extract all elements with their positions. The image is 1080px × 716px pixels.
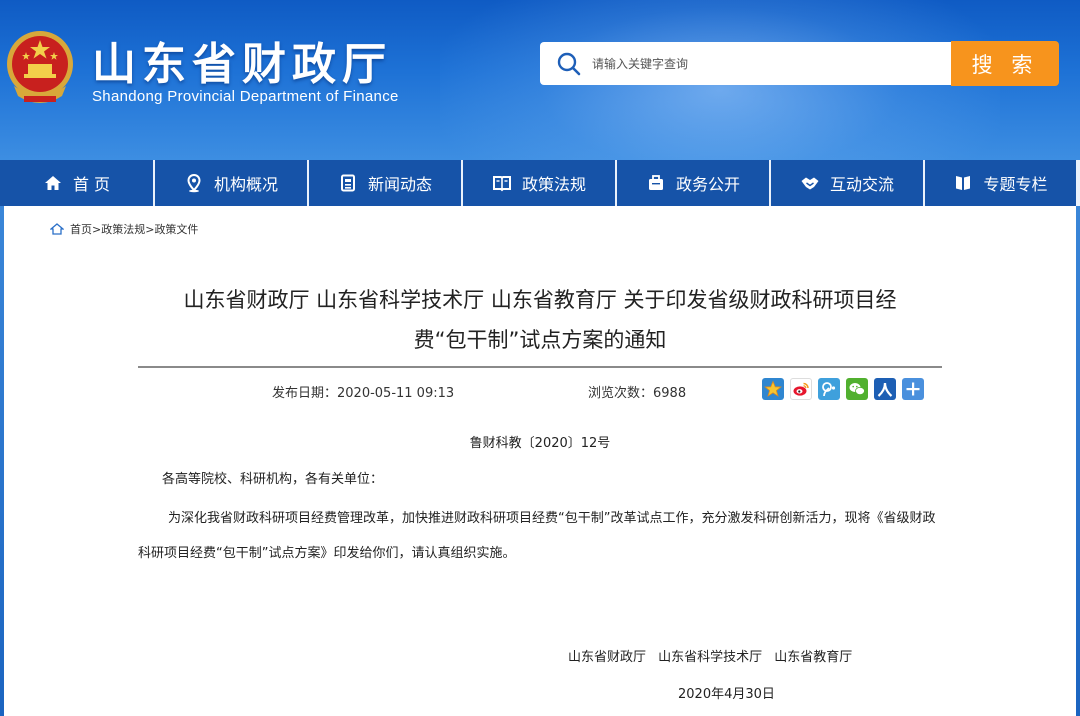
main-nav: 首 页 机构概况 新闻动态 政策法规 政务公开 互动交流 专题专栏 <box>0 160 1080 206</box>
location-pin-icon <box>187 173 201 193</box>
handshake-icon <box>801 177 819 190</box>
nav-item-news[interactable]: 新闻动态 <box>309 160 461 206</box>
document-number: 鲁财科教〔2020〕12号 <box>469 436 611 451</box>
nav-item-label: 新闻动态 <box>367 175 432 194</box>
title-divider <box>138 366 942 368</box>
breadcrumb-policy[interactable]: 政策法规> <box>101 221 154 237</box>
briefcase-icon <box>648 175 663 190</box>
search-button[interactable]: 搜 索 <box>951 41 1059 86</box>
site-header: 山东省财政厅 Shandong Provincial Department of… <box>0 0 1080 160</box>
article-title-line: 山东省财政厅 山东省科学技术厅 山东省教育厅 关于印发省级财政科研项目经 <box>183 288 897 312</box>
news-icon <box>340 174 355 192</box>
search-icon <box>557 52 581 75</box>
tencent-weibo-icon[interactable] <box>818 378 840 400</box>
page-side-background <box>1076 206 1080 716</box>
nav-item-policy[interactable]: 政策法规 <box>463 160 615 206</box>
issuing-departments: 山东省财政厅 山东省科学技术厅 山东省教育厅 <box>568 650 853 665</box>
national-emblem-icon <box>7 31 73 103</box>
article-title-line: 费“包干制”试点方案的通知 <box>413 328 667 352</box>
nav-item-label: 互动交流 <box>829 175 894 194</box>
issue-date: 2020年4月30日 <box>678 687 775 702</box>
article-body: 为深化我省财政科研项目经费管理改革，加快推进财政科研项目经费“包干制”改革试点工… <box>138 511 936 561</box>
search-input[interactable] <box>592 56 922 71</box>
book-icon <box>492 176 511 192</box>
nav-item-organization[interactable]: 机构概况 <box>155 160 307 206</box>
bookmark-icon <box>956 176 971 190</box>
nav-item-government-affairs[interactable]: 政务公开 <box>617 160 769 206</box>
breadcrumb-home-icon <box>50 223 64 235</box>
search-box <box>540 42 952 85</box>
nav-item-label: 首 页 <box>72 175 111 194</box>
weibo-icon[interactable] <box>790 378 812 400</box>
breadcrumb-home[interactable]: 首页> <box>70 221 101 237</box>
nav-item-interaction[interactable]: 互动交流 <box>771 160 923 206</box>
qzone-star-icon[interactable] <box>762 378 784 400</box>
article-title: 山东省财政厅 山东省科学技术厅 山东省教育厅 关于印发省级财政科研项目经 费“包… <box>138 280 942 360</box>
nav-item-special-topics[interactable]: 专题专栏 <box>925 160 1076 206</box>
nav-item-home[interactable]: 首 页 <box>0 160 153 206</box>
nav-item-label: 专题专栏 <box>983 175 1048 194</box>
share-bar <box>762 378 924 400</box>
home-icon <box>44 176 61 190</box>
article-container: 首页> 政策法规> 政策文件 山东省财政厅 山东省科学技术厅 山东省教育厅 关于… <box>4 206 1076 716</box>
salutation: 各高等院校、科研机构，各有关单位： <box>162 472 384 487</box>
nav-item-label: 政策法规 <box>521 175 586 194</box>
breadcrumb-policy-docs[interactable]: 政策文件 <box>154 221 198 237</box>
site-title: 山东省财政厅 <box>92 39 392 90</box>
breadcrumb: 首页> 政策法规> 政策文件 <box>50 221 198 237</box>
nav-item-label: 政务公开 <box>675 175 740 194</box>
wechat-icon[interactable] <box>846 378 868 400</box>
publish-date: 发布日期：2020-05-11 09:13 <box>272 386 455 401</box>
view-count: 浏览次数：6988 <box>588 386 687 401</box>
site-subtitle: Shandong Provincial Department of Financ… <box>92 88 399 105</box>
more-share-icon[interactable] <box>902 378 924 400</box>
nav-item-label: 机构概况 <box>213 175 278 194</box>
renren-icon[interactable] <box>874 378 896 400</box>
